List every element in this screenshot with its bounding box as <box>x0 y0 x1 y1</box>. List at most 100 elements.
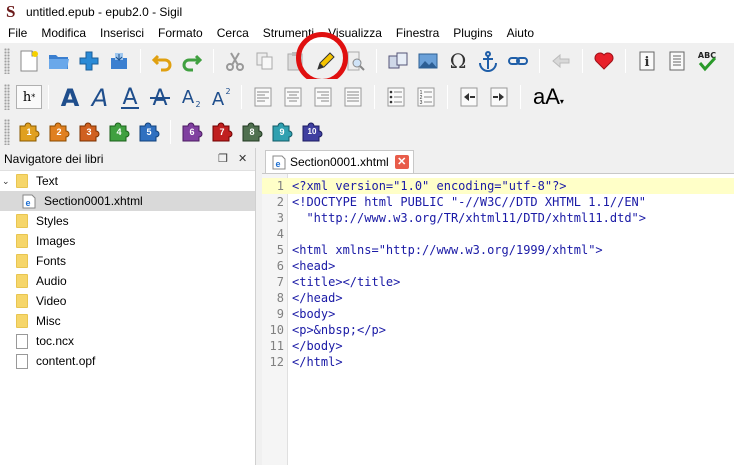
menu-window[interactable]: Finestra <box>389 23 446 43</box>
toc-button[interactable] <box>663 47 691 75</box>
clip-button-1[interactable]: 1 <box>17 120 41 144</box>
clip-number: 4 <box>116 126 122 137</box>
code-line-6[interactable]: 6 <head> <box>262 258 734 274</box>
line-number: 3 <box>276 211 284 225</box>
clip-button-4[interactable]: 4 <box>107 120 131 144</box>
undo-button[interactable] <box>148 47 176 75</box>
code-editor[interactable]: 1 <?xml version="1.0" encoding="utf-8"?> … <box>262 173 734 465</box>
clip-button-10[interactable]: 10 <box>300 120 324 144</box>
tree-item-fonts-folder[interactable]: Fonts <box>0 251 255 271</box>
code-line-3[interactable]: 3 "http://www.w3.org/TR/xhtml11/DTD/xhtm… <box>262 210 734 226</box>
spellcheck-button[interactable]: ABC <box>693 47 721 75</box>
menu-tools[interactable]: Strumenti <box>256 23 321 43</box>
clip-button-8[interactable]: 8 <box>240 120 264 144</box>
edit-pencil-button[interactable] <box>311 47 339 75</box>
code-line-5[interactable]: 5 <html xmlns="http://www.w3.org/1999/xht… <box>262 242 734 258</box>
svg-text:i: i <box>645 55 650 70</box>
subscript-icon: A2 <box>182 87 201 109</box>
menu-file[interactable]: File <box>0 23 34 43</box>
increase-indent-button[interactable] <box>485 83 513 111</box>
code-line-4[interactable]: 4 <box>262 226 734 242</box>
insert-link-button[interactable] <box>504 47 532 75</box>
back-button[interactable] <box>547 47 575 75</box>
strikethrough-button[interactable]: A <box>146 83 174 111</box>
decrease-indent-button[interactable] <box>455 83 483 111</box>
menu-search[interactable]: Cerca <box>210 23 256 43</box>
toolbar-separator <box>170 119 171 144</box>
tree-item-video-folder[interactable]: Video <box>0 291 255 311</box>
clip-button-7[interactable]: 7 <box>210 120 234 144</box>
open-file-button[interactable] <box>45 47 73 75</box>
code-line-8[interactable]: 8 </head> <box>262 290 734 306</box>
heading-dropdown-button[interactable]: h * <box>16 85 42 109</box>
tab-section0001[interactable]: e Section0001.xhtml ✕ <box>265 150 414 173</box>
line-number: 11 <box>269 339 284 353</box>
bullet-list-button[interactable] <box>382 83 410 111</box>
subscript-button[interactable]: A2 <box>176 83 204 111</box>
code-line-9[interactable]: 9 <body> <box>262 306 734 322</box>
tree-item-images-folder[interactable]: Images <box>0 231 255 251</box>
image-icon <box>418 53 438 69</box>
clip-number: 3 <box>86 126 92 137</box>
numbered-list-button[interactable]: 123 <box>412 83 440 111</box>
tree-item-misc-folder[interactable]: Misc <box>0 311 255 331</box>
tree-item-styles-folder[interactable]: Styles <box>0 211 255 231</box>
menu-view[interactable]: Visualizza <box>321 23 389 43</box>
add-file-button[interactable] <box>75 47 103 75</box>
clip-button-9[interactable]: 9 <box>270 120 294 144</box>
save-button[interactable] <box>105 47 133 75</box>
align-right-button[interactable] <box>309 83 337 111</box>
toolbar-grip[interactable] <box>4 118 10 145</box>
code-line-12[interactable]: 12 </html> <box>262 354 734 370</box>
change-case-dropdown[interactable]: aA▾ <box>533 84 564 110</box>
code-line-10[interactable]: 10 <p>&nbsp;</p> <box>262 322 734 338</box>
menu-plugins[interactable]: Plugins <box>446 23 499 43</box>
redo-button[interactable] <box>178 47 206 75</box>
insert-special-char-button[interactable]: Ω <box>444 47 472 75</box>
tree-item-text-folder[interactable]: ⌄ Text <box>0 171 255 191</box>
menu-insert[interactable]: Inserisci <box>93 23 151 43</box>
code-text: <?xml version="1.0" encoding="utf-8"?> <box>292 179 567 193</box>
find-replace-button[interactable] <box>341 47 369 75</box>
tree-item-audio-folder[interactable]: Audio <box>0 271 255 291</box>
underline-button[interactable]: A <box>116 83 144 111</box>
toolbar-grip[interactable] <box>4 84 10 110</box>
tree-item-content-opf[interactable]: content.opf <box>0 351 255 371</box>
copy-button[interactable] <box>251 47 279 75</box>
clip-button-6[interactable]: 6 <box>180 120 204 144</box>
clip-button-3[interactable]: 3 <box>77 120 101 144</box>
menu-help[interactable]: Aiuto <box>500 23 541 43</box>
tree-item-toc-ncx[interactable]: toc.ncx <box>0 331 255 351</box>
bold-button[interactable]: A <box>56 83 84 111</box>
cut-button[interactable] <box>221 47 249 75</box>
svg-text:A: A <box>90 84 108 110</box>
italic-button[interactable]: A <box>86 83 114 111</box>
code-line-11[interactable]: 11 </body> <box>262 338 734 354</box>
close-tab-icon[interactable]: ✕ <box>394 155 409 169</box>
paste-button[interactable] <box>281 47 309 75</box>
insert-anchor-button[interactable] <box>474 47 502 75</box>
code-line-7[interactable]: 7 <title></title> <box>262 274 734 290</box>
float-panel-icon[interactable]: ❐ <box>218 152 228 165</box>
menu-format[interactable]: Formato <box>151 23 210 43</box>
align-center-button[interactable] <box>279 83 307 111</box>
tree-item-section0001[interactable]: e Section0001.xhtml <box>0 191 255 211</box>
superscript-button[interactable]: A2 <box>206 83 234 111</box>
new-file-button[interactable] <box>15 47 43 75</box>
chevron-down-icon[interactable]: ⌄ <box>2 176 14 187</box>
align-left-button[interactable] <box>249 83 277 111</box>
clip-button-5[interactable]: 5 <box>137 120 161 144</box>
align-justify-button[interactable] <box>339 83 367 111</box>
toolbar-grip[interactable] <box>4 48 10 74</box>
code-line-1[interactable]: 1 <?xml version="1.0" encoding="utf-8"?> <box>262 178 734 194</box>
menu-edit[interactable]: Modifica <box>34 23 93 43</box>
donate-button[interactable] <box>590 47 618 75</box>
superscript-icon: A2 <box>212 87 231 110</box>
split-section-button[interactable] <box>384 47 412 75</box>
insert-image-button[interactable] <box>414 47 442 75</box>
close-panel-icon[interactable]: ✕ <box>238 152 247 165</box>
strikethrough-icon: A <box>150 86 170 110</box>
clip-button-2[interactable]: 2 <box>47 120 71 144</box>
metadata-button[interactable]: i <box>633 47 661 75</box>
code-line-2[interactable]: 2 <!DOCTYPE html PUBLIC "-//W3C//DTD XHTM… <box>262 194 734 210</box>
